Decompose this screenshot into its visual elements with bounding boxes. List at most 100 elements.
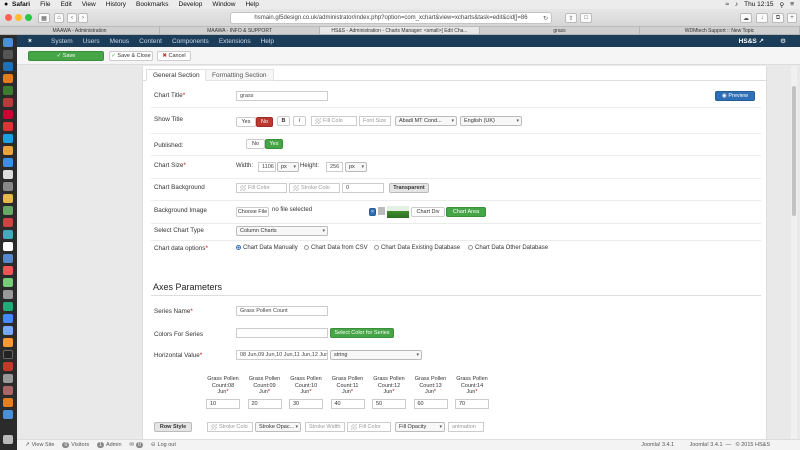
nav-help[interactable]: Help: [261, 38, 274, 45]
app-icon[interactable]: [3, 182, 13, 191]
clock[interactable]: Thu 12:15: [744, 1, 773, 8]
data-option-existing-db[interactable]: Chart Data Existing Database: [374, 245, 460, 251]
published-no-button[interactable]: No: [246, 139, 265, 149]
volume-icon[interactable]: ♪: [735, 1, 738, 8]
app-icon[interactable]: [3, 206, 13, 215]
choose-file-button[interactable]: Choose File: [236, 207, 269, 217]
series-value-input[interactable]: 10: [206, 399, 240, 409]
save-close-button[interactable]: ✓ Save & Close: [109, 51, 153, 61]
series-color-input[interactable]: [236, 328, 328, 338]
launchpad-icon[interactable]: [3, 50, 13, 59]
close-window-icon[interactable]: [5, 14, 12, 21]
view-site-link[interactable]: ↗ View Site: [25, 442, 54, 448]
row-fill-color-input[interactable]: Fill Color: [347, 422, 391, 432]
tab-overview-icon[interactable]: ⧉: [772, 13, 784, 23]
download-icon[interactable]: ↓: [756, 13, 768, 23]
chrome-icon[interactable]: [3, 146, 13, 155]
row-style-button[interactable]: Row Style: [154, 422, 192, 432]
horizontal-value-input[interactable]: 08 Jun,09 Jun,10 Jun,11 Jun,12 Jun,13: [236, 350, 328, 360]
menu-view[interactable]: View: [82, 1, 96, 8]
italic-button[interactable]: I: [293, 116, 306, 126]
title-fill-color-input[interactable]: Fill Colo: [311, 116, 357, 126]
background-stroke-color-input[interactable]: Stroke Colo: [289, 183, 340, 193]
messages-indicator[interactable]: ✉ 0: [130, 442, 143, 448]
browser-tab[interactable]: MAAWA - Administration: [0, 27, 160, 34]
skype-icon[interactable]: [3, 134, 13, 143]
notes-icon[interactable]: [3, 194, 13, 203]
chart-title-input[interactable]: grass: [236, 91, 328, 101]
tab-formatting-section[interactable]: Formatting Section: [205, 69, 274, 81]
horizontal-type-select[interactable]: string: [330, 350, 422, 360]
zoom-window-icon[interactable]: [25, 14, 32, 21]
tabs-icon[interactable]: □: [580, 13, 592, 23]
background-stroke-width-input[interactable]: 0: [342, 183, 384, 193]
menu-file[interactable]: File: [40, 1, 50, 8]
nav-system[interactable]: System: [51, 38, 73, 45]
folder-icon[interactable]: [3, 410, 13, 419]
menu-history[interactable]: History: [106, 1, 126, 8]
preview-button[interactable]: ◉ Preview: [715, 91, 755, 101]
illustrator-icon[interactable]: [3, 74, 13, 83]
chart-area-button[interactable]: Chart Area: [446, 207, 486, 217]
menu-edit[interactable]: Edit: [61, 1, 72, 8]
gear-icon[interactable]: ⚙: [780, 37, 786, 45]
height-unit-select[interactable]: px: [345, 162, 367, 172]
width-unit-select[interactable]: px: [277, 162, 299, 172]
chart-type-select[interactable]: Column Charts: [236, 226, 328, 236]
menu-window[interactable]: Window: [212, 1, 235, 8]
nav-components[interactable]: Components: [172, 38, 209, 45]
width-input[interactable]: 1106: [258, 162, 276, 172]
nav-extensions[interactable]: Extensions: [219, 38, 251, 45]
row-stroke-opacity-select[interactable]: Stroke Opac...: [255, 422, 301, 432]
image-icon[interactable]: [378, 207, 385, 215]
browser-tab[interactable]: MAAWA - INFO & SUPPORT: [160, 27, 320, 34]
new-tab-icon[interactable]: +: [787, 13, 797, 23]
browser-tab[interactable]: WDMtech Support :: New Topic: [640, 27, 800, 34]
minimize-window-icon[interactable]: [15, 14, 22, 21]
page-scrollbar[interactable]: [791, 66, 797, 439]
cancel-button[interactable]: ✖ Cancel: [157, 51, 191, 61]
row-stroke-color-input[interactable]: Stroke Colo: [207, 422, 253, 432]
vlc-icon[interactable]: [3, 338, 13, 347]
series-name-input[interactable]: Grass Pollen Count: [236, 306, 328, 316]
app-icon[interactable]: [3, 290, 13, 299]
language-select[interactable]: English (UK): [460, 116, 522, 126]
published-yes-button[interactable]: Yes: [265, 139, 283, 149]
app-icon[interactable]: [3, 362, 13, 371]
back-icon[interactable]: ‹: [67, 13, 77, 23]
app-icon[interactable]: [3, 254, 13, 263]
background-fill-color-input[interactable]: Fill Color: [236, 183, 287, 193]
app-icon[interactable]: [3, 386, 13, 395]
app-icon[interactable]: [3, 314, 13, 323]
show-title-no-button[interactable]: No: [256, 117, 273, 127]
apple-icon[interactable]: ●: [4, 1, 12, 8]
indesign-icon[interactable]: [3, 98, 13, 107]
firefox-icon[interactable]: [3, 398, 13, 407]
calendar-icon[interactable]: [3, 242, 13, 251]
logout-link[interactable]: ⊝ Log out: [151, 442, 176, 448]
tab-general-section[interactable]: General Section: [146, 69, 207, 81]
app-icon[interactable]: [3, 266, 13, 275]
photoshop-icon[interactable]: [3, 62, 13, 71]
browser-tab[interactable]: grass: [480, 27, 640, 34]
series-value-input[interactable]: 60: [413, 399, 448, 409]
site-link[interactable]: HS&S ↗: [739, 37, 764, 45]
visitors-indicator[interactable]: 0 Visitors: [62, 442, 89, 448]
app-icon[interactable]: [3, 170, 13, 179]
menu-list-icon[interactable]: ≡: [790, 1, 794, 8]
home-icon[interactable]: ⌂: [54, 13, 64, 23]
sidebar-icon[interactable]: ▦: [38, 13, 50, 23]
menu-help[interactable]: Help: [245, 1, 258, 8]
bold-button[interactable]: B: [277, 116, 290, 126]
search-icon[interactable]: ⚲: [779, 1, 784, 9]
data-option-csv[interactable]: Chart Data from CSV: [304, 245, 368, 251]
row-animation-input[interactable]: animation: [448, 422, 484, 432]
height-input[interactable]: 256: [326, 162, 343, 172]
series-value-input[interactable]: 50: [372, 399, 406, 409]
filezilla-icon[interactable]: [3, 122, 13, 131]
finder-icon[interactable]: [3, 38, 13, 47]
dreamweaver-icon[interactable]: [3, 86, 13, 95]
acrobat-icon[interactable]: [3, 110, 13, 119]
forward-icon[interactable]: ›: [78, 13, 88, 23]
scrollbar-thumb[interactable]: [792, 86, 796, 216]
